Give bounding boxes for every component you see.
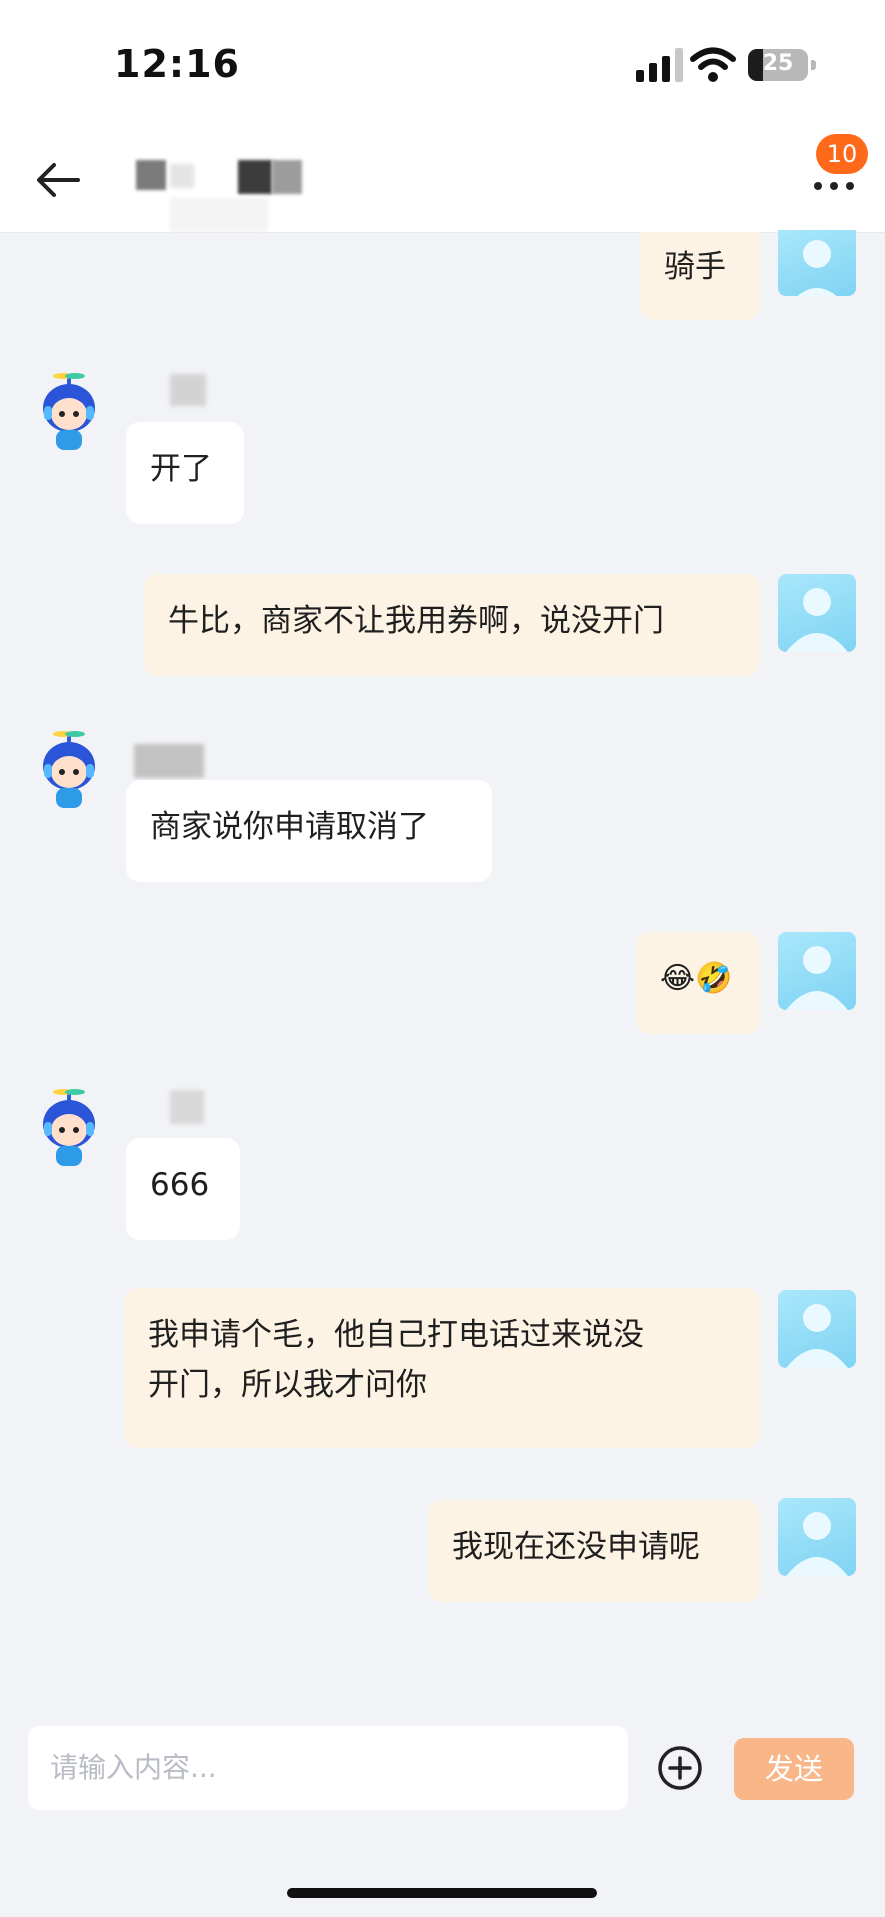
- message-line: 我申请个毛，他自己打电话过来说没: [148, 1317, 644, 1353]
- message-bubble-mine[interactable]: 牛比，商家不让我用券啊，说没开门: [144, 574, 760, 676]
- contact-name-redacted: [134, 744, 204, 778]
- my-avatar: [778, 1290, 856, 1368]
- back-arrow-icon[interactable]: [34, 160, 82, 200]
- status-time: 12:16: [114, 42, 240, 86]
- battery-icon: 25: [748, 49, 808, 81]
- message-bubble-contact[interactable]: 商家说你申请取消了: [126, 780, 492, 882]
- battery-cap: [811, 60, 816, 70]
- message-bubble-mine[interactable]: 我申请个毛，他自己打电话过来说没 开门，所以我才问你: [124, 1288, 760, 1448]
- message-line: 开门，所以我才问你: [148, 1367, 427, 1403]
- contact-avatar[interactable]: [30, 372, 108, 450]
- contact-name-redacted: [130, 160, 380, 240]
- message-bubble-mine[interactable]: 骑手: [640, 232, 760, 320]
- message-bubble-mine[interactable]: 我现在还没申请呢: [428, 1500, 760, 1602]
- composer: 请输入内容... 发送: [0, 1710, 885, 1917]
- contact-avatar[interactable]: [30, 1088, 108, 1166]
- my-avatar: [778, 932, 856, 1010]
- message-input[interactable]: 请输入内容...: [28, 1726, 628, 1810]
- chat-header: [0, 120, 885, 233]
- my-avatar: [778, 230, 856, 296]
- wifi-icon: [690, 47, 736, 82]
- signal-icon: [636, 48, 683, 82]
- battery-percent: 25: [762, 51, 794, 76]
- message-bubble-contact[interactable]: 开了: [126, 422, 244, 524]
- my-avatar: [778, 1498, 856, 1576]
- message-bubble-mine[interactable]: 😂🤣: [636, 932, 760, 1034]
- unread-badge: 10: [816, 134, 868, 174]
- contact-avatar[interactable]: [30, 730, 108, 808]
- home-indicator: [287, 1888, 597, 1898]
- message-bubble-contact[interactable]: 666: [126, 1138, 240, 1240]
- more-dots-icon[interactable]: [812, 174, 856, 198]
- plus-circle-icon[interactable]: [656, 1744, 704, 1792]
- contact-name-redacted: [170, 1090, 204, 1124]
- status-bar: 12:16 25: [0, 0, 885, 120]
- my-avatar: [778, 574, 856, 652]
- contact-name-redacted: [170, 374, 206, 406]
- send-button[interactable]: 发送: [734, 1738, 854, 1800]
